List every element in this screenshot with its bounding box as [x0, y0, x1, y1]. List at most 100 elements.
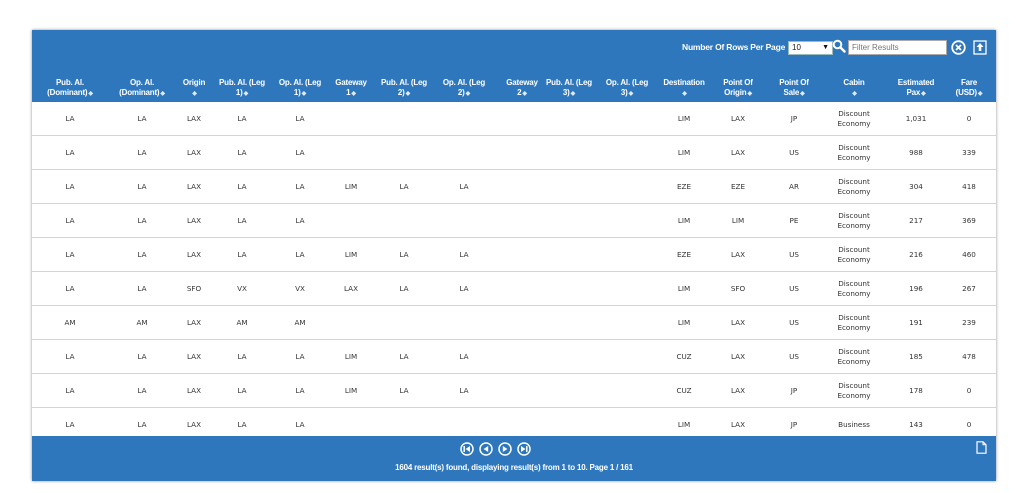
column-header-label: Op. Al. [129, 77, 155, 87]
sort-icon[interactable]: ◆ [978, 91, 983, 97]
column-header[interactable]: Point Of Sale◆ [772, 74, 816, 102]
table-cell: EZE [730, 181, 745, 191]
sort-icon[interactable]: ◆ [522, 91, 527, 97]
table-cell: JP [790, 419, 798, 429]
table-cell: LA [65, 351, 75, 361]
table-row[interactable]: LA LA LAX LA LA LIM LA LA EZE EZE AR Discount Econo… [32, 170, 996, 204]
table-cell: 191 [909, 317, 923, 327]
table-footer: 1604 result(s) found, displaying result(… [32, 436, 996, 481]
last-page-icon[interactable] [517, 442, 531, 456]
column-header-label: Estimated [897, 77, 935, 87]
table-cell: 178 [909, 385, 923, 395]
sort-icon[interactable]: ◆ [466, 91, 471, 97]
column-header[interactable]: Pub. Al. (Leg 3)◆ [541, 74, 597, 102]
table-cell: LA [399, 385, 409, 395]
table-cell: Discount Economy [837, 346, 871, 366]
column-header[interactable]: Point Of Origin◆ [714, 74, 762, 102]
table-row[interactable]: LA LA LAX LA LA LIM LAX JP Discount Economy 1,031… [32, 102, 996, 136]
table-row[interactable]: AM AM LAX AM AM LIM LAX US Discount Economy 191 23… [32, 306, 996, 340]
sort-icon[interactable]: ◆ [351, 91, 356, 97]
sort-icon[interactable]: ◆ [852, 91, 857, 97]
table-cell: LAX [186, 181, 201, 191]
first-page-icon[interactable] [460, 442, 474, 456]
table-cell: LAX [730, 419, 745, 429]
table-row[interactable]: LA LA LAX LA LA LIM LA LA EZE LAX US Discount Econo… [32, 238, 996, 272]
table-cell: LA [237, 113, 247, 123]
table-row[interactable]: LA LA SFO VX VX LAX LA LA LIM SFO US Discount Econo… [32, 272, 996, 306]
table-cell: LA [237, 147, 247, 157]
table-cell [599, 204, 655, 237]
table-cell [502, 272, 542, 305]
table-cell: LA [399, 249, 409, 259]
table-cell: 1,031 [905, 113, 927, 123]
table-row[interactable]: LA LA LAX LA LA LIM LA LA CUZ LAX JP Discount Econo… [32, 374, 996, 408]
column-header-label-2: 3) [620, 87, 628, 97]
table-cell: LA [65, 249, 75, 259]
sort-icon[interactable]: ◆ [682, 91, 687, 97]
column-header[interactable]: Pub. Al. (Dominant)◆ [40, 74, 100, 102]
column-header[interactable]: Pub. Al. (Leg 2)◆ [376, 74, 432, 102]
column-header[interactable]: Estimated Pax◆ [893, 74, 939, 102]
column-header[interactable]: Op. Al. (Dominant)◆ [112, 74, 172, 102]
sort-icon[interactable]: ◆ [88, 91, 93, 97]
column-header[interactable]: Pub. Al. (Leg 1)◆ [213, 74, 271, 102]
column-header[interactable]: Cabin ◆ [826, 74, 882, 102]
table-cell: LIM [344, 385, 358, 395]
table-cell: Discount Economy [837, 312, 871, 332]
table-cell: LA [65, 283, 75, 293]
table-cell: LA [237, 351, 247, 361]
table-row[interactable]: LA LA LAX LA LA LIM LA LA CUZ LAX US Discount Econo… [32, 340, 996, 374]
column-header[interactable]: Destination ◆ [657, 74, 711, 102]
table-cell: US [789, 317, 799, 327]
table-cell: LIM [344, 351, 358, 361]
sort-icon[interactable]: ◆ [302, 91, 307, 97]
column-header-label: Op. Al. (Leg [605, 77, 649, 87]
table-cell [436, 306, 492, 339]
sort-icon[interactable]: ◆ [244, 91, 249, 97]
table-cell: EZE [676, 249, 691, 259]
table-cell: LA [295, 249, 305, 259]
table-cell: LA [137, 385, 147, 395]
sort-icon[interactable]: ◆ [747, 91, 752, 97]
table-cell: LA [459, 181, 469, 191]
table-row[interactable]: LA LA LAX LA LA LIM LAX US Discount Economy 988 33… [32, 136, 996, 170]
table-row[interactable]: LA LA LAX LA LA LIM LAX JP Business 143 0 [32, 408, 996, 436]
table-cell: 196 [909, 283, 923, 293]
sort-icon[interactable]: ◆ [571, 91, 576, 97]
clear-filter-icon[interactable] [951, 40, 966, 55]
sort-icon[interactable]: ◆ [800, 91, 805, 97]
table-cell: 0 [966, 419, 972, 429]
table-cell: AM [236, 317, 248, 327]
table-cell: EZE [676, 181, 691, 191]
prev-page-icon[interactable] [479, 442, 493, 456]
table-row[interactable]: LA LA LAX LA LA LIM LIM PE Discount Economy 217 36… [32, 204, 996, 238]
next-page-icon[interactable] [498, 442, 512, 456]
column-header[interactable]: Op. Al. (Leg 1)◆ [271, 74, 329, 102]
search-icon[interactable] [832, 39, 846, 53]
table-cell [599, 408, 655, 436]
column-header[interactable]: Origin ◆ [176, 74, 212, 102]
sort-icon[interactable]: ◆ [921, 91, 926, 97]
document-icon[interactable] [976, 441, 987, 454]
filter-input[interactable] [848, 40, 947, 55]
table-cell: LA [237, 249, 247, 259]
sort-icon[interactable]: ◆ [406, 91, 411, 97]
table-cell: LAX [730, 147, 745, 157]
table-cell: LA [137, 181, 147, 191]
column-header[interactable]: Gateway 1◆ [330, 74, 372, 102]
table-cell [436, 136, 492, 169]
table-cell: LAX [186, 215, 201, 225]
table-cell: LIM [731, 215, 745, 225]
table-cell: LAX [186, 147, 201, 157]
column-header[interactable]: Op. Al. (Leg 3)◆ [599, 74, 655, 102]
column-header[interactable]: Gateway 2◆ [502, 74, 542, 102]
export-icon[interactable] [973, 40, 987, 55]
sort-icon[interactable]: ◆ [629, 91, 634, 97]
column-header-label-2: Pax [906, 87, 921, 97]
sort-icon[interactable]: ◆ [192, 91, 197, 97]
rows-per-page-select[interactable]: 10 ▼ [788, 41, 833, 55]
column-header[interactable]: Fare (USD)◆ [947, 74, 991, 102]
table-cell: LAX [186, 351, 201, 361]
sort-icon[interactable]: ◆ [160, 91, 165, 97]
column-header[interactable]: Op. Al. (Leg 2)◆ [436, 74, 492, 102]
